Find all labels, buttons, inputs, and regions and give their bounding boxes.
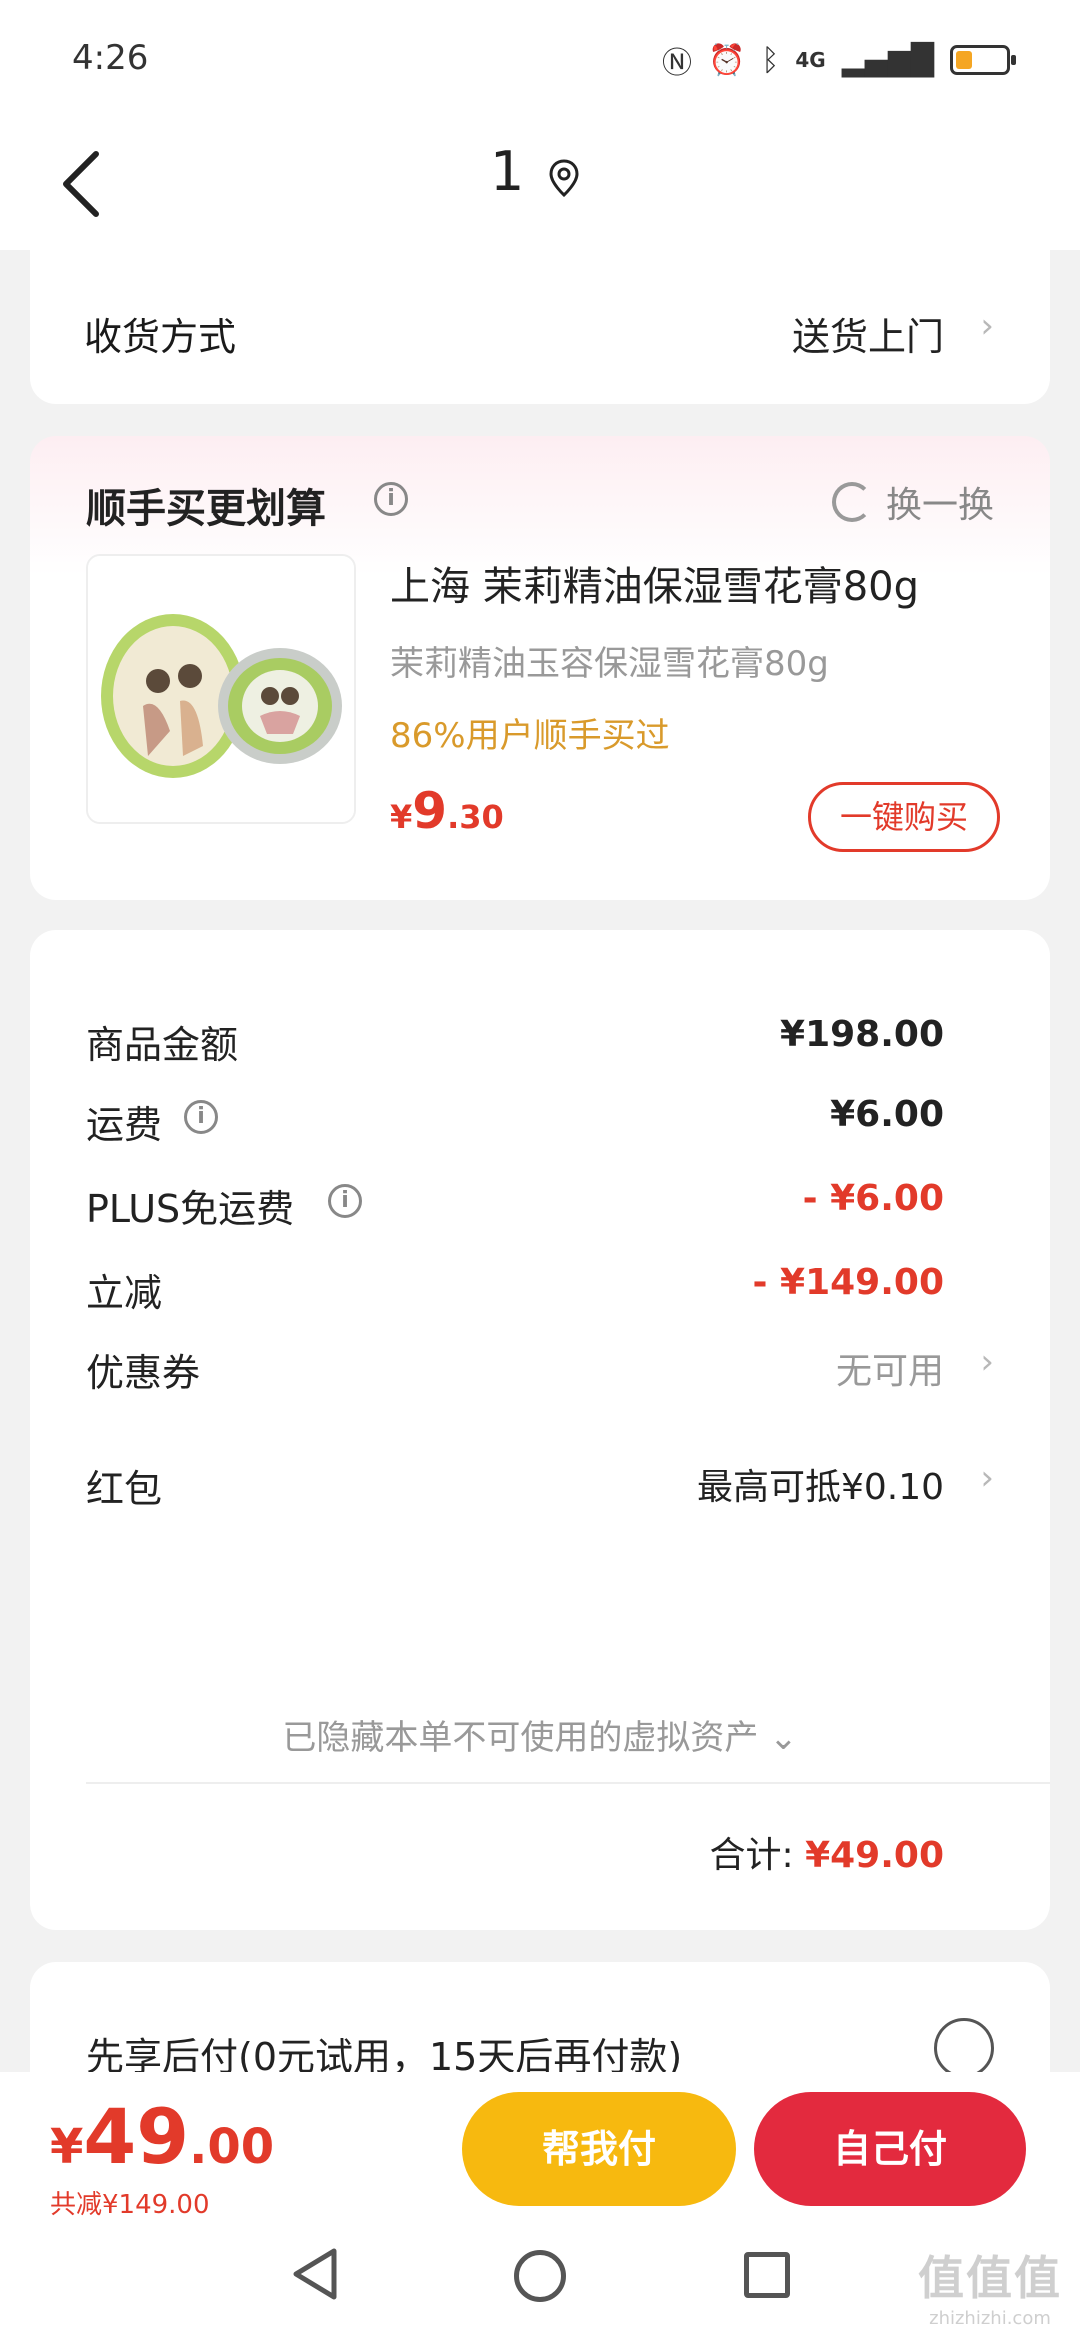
- self-pay-button[interactable]: 自己付: [754, 2092, 1026, 2206]
- help-me-pay-button[interactable]: 帮我付: [462, 2092, 736, 2206]
- shipping-label: 运费: [86, 1103, 163, 1147]
- product-price: ¥9.30: [390, 782, 504, 840]
- status-bar: 4:26 Ⓝ ⏰ ᛒ 4G ▂▄▆█: [0, 0, 1080, 120]
- checkout-bar: ¥49.00 共减¥149.00 帮我付 自己付: [0, 2072, 1080, 2222]
- checkout-saved: 共减¥149.00: [50, 2190, 210, 2220]
- battery-fill: [956, 51, 973, 69]
- goods-amount-value: ¥198.00: [780, 1014, 944, 1055]
- red-packet-value: 最高可抵¥0.10: [696, 1467, 944, 1508]
- instant-discount-value: - ¥149.00: [752, 1262, 944, 1303]
- refresh-icon: [831, 482, 872, 522]
- chevron-right-icon: ›: [980, 306, 994, 346]
- plus-free-shipping-label: PLUS免运费: [86, 1187, 295, 1231]
- total-label: 合计:: [709, 1835, 794, 1876]
- coupon-row[interactable]: 优惠券 无可用 ›: [30, 1320, 1050, 1410]
- pay-later-radio[interactable]: [934, 2018, 994, 2078]
- delivery-label: 收货方式: [84, 315, 237, 359]
- instant-discount-label: 立减: [86, 1271, 163, 1315]
- bluetooth-icon: ᛒ: [761, 42, 780, 78]
- chevron-left-icon[interactable]: [52, 144, 112, 224]
- checkout-currency: ¥: [50, 2119, 84, 2175]
- price-currency: ¥: [390, 798, 413, 836]
- hidden-assets-label: 已隐藏本单不可使用的虚拟资产: [282, 1718, 759, 1758]
- nfc-icon: Ⓝ: [662, 46, 692, 81]
- delivery-card[interactable]: 收货方式 送货上门 ›: [30, 240, 1050, 404]
- network-label: 4G: [795, 48, 826, 72]
- checkout-price: ¥49.00: [50, 2092, 274, 2181]
- product-subtitle: 茉莉精油玉容保湿雪花膏80g: [390, 644, 829, 684]
- nav-recent-apps-icon[interactable]: [744, 2252, 790, 2298]
- watermark-logo: 值值值: [918, 2251, 1062, 2305]
- swap-button[interactable]: 换一换: [831, 476, 994, 528]
- goods-amount-label: 商品金额: [86, 1023, 239, 1067]
- shipping-value: ¥6.00: [830, 1094, 944, 1135]
- chevron-right-icon: ›: [980, 1458, 994, 1498]
- shipping-info-icon[interactable]: i: [184, 1100, 218, 1134]
- red-packet-label: 红包: [86, 1467, 163, 1511]
- product-jar-illustration: [88, 556, 354, 822]
- nav-home-icon[interactable]: [514, 2250, 566, 2302]
- hidden-assets-toggle[interactable]: 已隐藏本单不可使用的虚拟资产 ⌄: [30, 1710, 1050, 1759]
- status-time: 4:26: [72, 38, 149, 78]
- chevron-right-icon: ›: [980, 1342, 994, 1382]
- plus-free-shipping-value: - ¥6.00: [802, 1178, 944, 1219]
- alarm-icon: ⏰: [708, 42, 746, 78]
- swap-label: 换一换: [885, 485, 994, 526]
- addon-title: 顺手买更划算: [86, 486, 326, 532]
- signal-icon: ▂▄▆█: [841, 42, 934, 78]
- status-icons: Ⓝ ⏰ ᛒ 4G ▂▄▆█: [662, 38, 1016, 82]
- battery-icon: [950, 45, 1016, 75]
- watermark: 值值值 zhizhizhi.com: [918, 2242, 1062, 2329]
- header: 1: [0, 120, 1080, 250]
- system-nav-bar: 值值值 zhizhizhi.com: [0, 2222, 1080, 2340]
- coupon-value: 无可用: [835, 1351, 944, 1392]
- one-click-buy-button[interactable]: 一键购买: [808, 782, 1000, 852]
- coupon-label: 优惠券: [86, 1351, 201, 1395]
- location-pin-icon[interactable]: [548, 158, 580, 198]
- delivery-value: 送货上门: [791, 315, 944, 359]
- info-icon[interactable]: i: [374, 482, 408, 516]
- watermark-site: zhizhizhi.com: [929, 2308, 1051, 2329]
- total-line: 合计: ¥49.00: [709, 1826, 944, 1878]
- checkout-price-decimal: .00: [189, 2119, 275, 2175]
- product-name[interactable]: 上海 茉莉精油保湿雪花膏80g: [390, 554, 919, 612]
- product-popularity: 86%用户顺手买过: [390, 716, 670, 756]
- checkout-price-integer: 49: [83, 2092, 190, 2181]
- red-packet-row[interactable]: 红包 最高可抵¥0.10 ›: [30, 1436, 1050, 1526]
- price-decimal: .30: [447, 798, 504, 836]
- chevron-down-icon: ⌄: [769, 1718, 798, 1758]
- price-integer: 9: [412, 782, 448, 840]
- plus-info-icon[interactable]: i: [328, 1184, 362, 1218]
- addon-card: 顺手买更划算 i 换一换 上海 茉莉精油保湿雪花膏80g 茉莉精油玉容保湿雪花膏…: [30, 436, 1050, 900]
- page-title: 1: [490, 140, 525, 203]
- total-value: ¥49.00: [805, 1835, 944, 1876]
- summary-card: 商品金额 ¥198.00 运费 i ¥6.00 PLUS免运费 i - ¥6.0…: [30, 930, 1050, 1930]
- divider: [86, 1782, 1050, 1784]
- product-image[interactable]: [86, 554, 356, 824]
- nav-back-icon[interactable]: [290, 2246, 340, 2302]
